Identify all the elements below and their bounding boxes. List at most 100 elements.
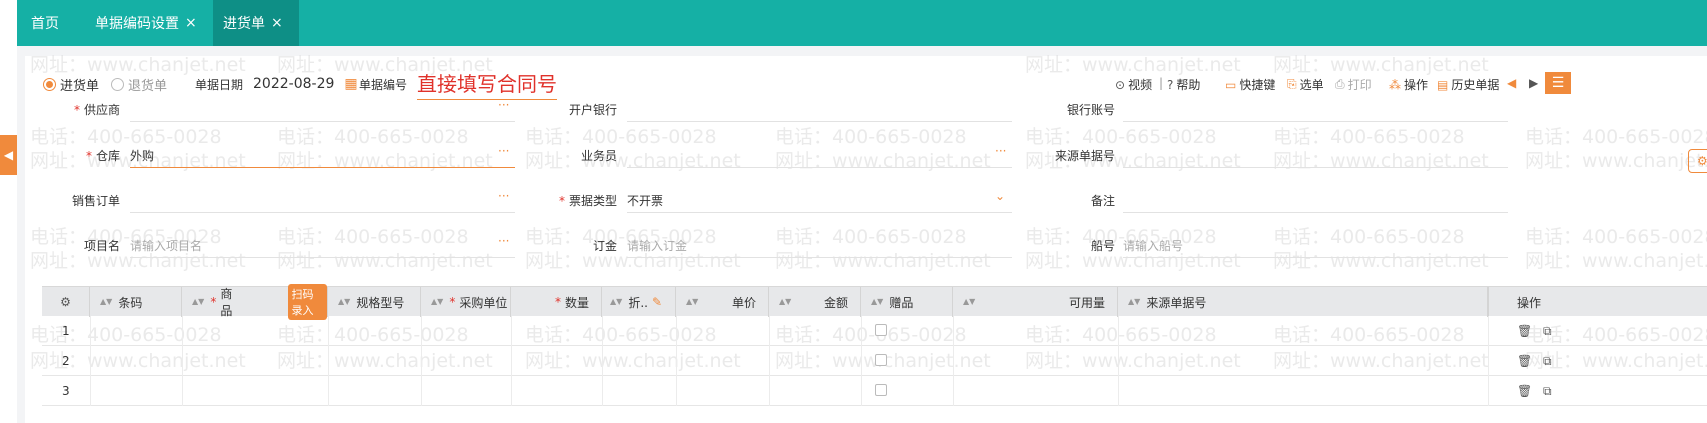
more-icon[interactable]: ··· bbox=[498, 144, 509, 158]
project-placeholder[interactable]: 请输入项目名 bbox=[130, 237, 202, 254]
tab-purchase-order[interactable]: 进货单 × bbox=[213, 0, 299, 46]
video-button[interactable]: ⊙ 视频 bbox=[1115, 76, 1152, 93]
tab-label: 单据编码设置 bbox=[95, 16, 179, 32]
col-label: 折.. bbox=[628, 295, 648, 310]
watermark-text: 网址：www.chanjet.net bbox=[1273, 54, 1489, 76]
deposit-placeholder[interactable]: 请输入订金 bbox=[627, 237, 687, 254]
salesman-input[interactable] bbox=[627, 167, 1012, 168]
watermark-text: 电话：400-665-0028 bbox=[1525, 226, 1707, 248]
document-card: 网址：www.chanjet.net 网址：www.chanjet.net 网址… bbox=[25, 54, 1707, 423]
sort-icon: ▲▼ bbox=[192, 297, 205, 306]
history-button[interactable]: ▤ 历史单据 bbox=[1437, 76, 1499, 93]
sales-order-input[interactable] bbox=[130, 212, 515, 213]
radio-purchase[interactable]: 进货单 bbox=[43, 75, 99, 94]
gift-checkbox[interactable] bbox=[875, 354, 887, 366]
project-label: 项目名 bbox=[83, 239, 120, 253]
printer-icon: ⎙ bbox=[1335, 77, 1345, 91]
col-label: 条码 bbox=[118, 295, 143, 310]
gift-checkbox[interactable] bbox=[875, 384, 887, 396]
edit-icon[interactable]: ✎ bbox=[652, 295, 662, 309]
delete-icon[interactable]: 🗑 bbox=[1517, 354, 1532, 368]
tab-code-settings[interactable]: 单据编码设置 × bbox=[95, 0, 205, 46]
gift-checkbox[interactable] bbox=[875, 324, 887, 336]
scan-entry-button[interactable]: 扫码录入 bbox=[287, 284, 327, 320]
table-row[interactable]: 3 🗑 ⧉ bbox=[42, 376, 1707, 406]
tab-label: 首页 bbox=[31, 16, 59, 32]
tool-label: 帮助 bbox=[1176, 78, 1201, 92]
operate-icon: ⁂ bbox=[1389, 77, 1401, 92]
col-unit[interactable]: ▲▼ * 采购单位 bbox=[421, 287, 511, 317]
col-spec[interactable]: ▲▼ 规格型号 bbox=[328, 287, 421, 317]
copy-icon[interactable]: ⧉ bbox=[1543, 384, 1552, 399]
help-button[interactable]: ? 帮助 bbox=[1167, 76, 1200, 93]
account-input[interactable] bbox=[1123, 121, 1508, 122]
next-icon[interactable]: ▶ bbox=[1529, 76, 1538, 90]
col-label: 数量 bbox=[564, 295, 589, 310]
supplier-input[interactable] bbox=[130, 121, 515, 122]
col-ops: 操作 bbox=[1488, 287, 1707, 317]
col-discount[interactable]: ▲▼ 折.. ✎ bbox=[602, 287, 676, 317]
watermark-text: 电话：400-665-0028 bbox=[1025, 126, 1217, 148]
col-label: 单价 bbox=[731, 295, 756, 310]
shortcut-button[interactable]: ▭ 快捷键 bbox=[1225, 76, 1275, 93]
col-price[interactable]: ▲▼ 单价 bbox=[676, 287, 769, 317]
watermark-text: 网址：www.chanjet.net bbox=[1525, 250, 1707, 272]
row-number: 1 bbox=[62, 324, 70, 338]
col-product[interactable]: ▲▼ * 商品 扫码录入 bbox=[182, 284, 328, 320]
copy-icon[interactable]: ⧉ bbox=[1543, 324, 1552, 339]
remark-input[interactable] bbox=[1123, 212, 1508, 213]
more-icon[interactable]: ··· bbox=[498, 98, 509, 112]
operate-button[interactable]: ⁂ 操作 bbox=[1389, 76, 1428, 93]
menu-icon[interactable]: ☰ bbox=[1545, 72, 1571, 94]
delete-icon[interactable]: 🗑 bbox=[1517, 324, 1532, 338]
col-amount[interactable]: ▲▼ 金额 bbox=[769, 287, 861, 317]
code-input[interactable]: 直接填写合同号 bbox=[417, 68, 558, 100]
col-qty[interactable]: * 数量 bbox=[511, 287, 602, 317]
print-button[interactable]: ⎙ 打印 bbox=[1335, 76, 1372, 93]
table-row[interactable]: 2 🗑 ⧉ bbox=[42, 346, 1707, 376]
code-group: 单据编号 直接填写合同号 bbox=[359, 72, 558, 100]
date-input[interactable]: 2022-08-29 bbox=[253, 76, 334, 92]
tab-home[interactable]: 首页 bbox=[31, 0, 81, 46]
more-icon[interactable]: ··· bbox=[995, 144, 1006, 158]
sales-order-label: 销售订单 bbox=[71, 194, 120, 208]
column-settings[interactable]: ⚙ bbox=[42, 287, 90, 317]
select-doc-button[interactable]: ⎘ 选单 bbox=[1287, 76, 1324, 93]
deposit-input[interactable] bbox=[627, 257, 1012, 258]
invoice-type-select[interactable] bbox=[627, 212, 1012, 213]
watermark-text: 网址：www.chanjet.net bbox=[775, 150, 991, 172]
settings-button[interactable]: ⚙ 设 bbox=[1688, 149, 1707, 173]
radio-return[interactable]: 退货单 bbox=[111, 75, 167, 94]
watermark-text: 电话：400-665-0028 bbox=[775, 126, 967, 148]
more-icon[interactable]: ··· bbox=[498, 234, 509, 248]
ship-input[interactable] bbox=[1123, 257, 1508, 258]
prev-icon[interactable]: ◀ bbox=[1507, 76, 1516, 90]
col-gift[interactable]: ▲▼ 赠品 bbox=[861, 287, 953, 317]
gear-icon: ⚙ bbox=[1697, 154, 1707, 168]
radio-circle bbox=[111, 77, 125, 91]
watermark-text: 电话：400-665-0028 bbox=[1273, 126, 1465, 148]
close-icon[interactable]: × bbox=[271, 15, 283, 31]
sort-icon: ▲▼ bbox=[100, 297, 113, 306]
collapse-handle[interactable]: ◀ bbox=[0, 135, 17, 175]
col-available[interactable]: ▲▼ 可用量 bbox=[953, 287, 1118, 317]
bank-input[interactable] bbox=[627, 121, 1012, 122]
sort-icon: ▲▼ bbox=[871, 297, 884, 306]
warehouse-value[interactable]: 外购 bbox=[130, 147, 154, 164]
table-row[interactable]: 1 🗑 ⧉ bbox=[42, 316, 1707, 346]
calendar-icon[interactable]: ▦ bbox=[344, 76, 357, 92]
account-label: 银行账号 bbox=[1066, 103, 1115, 117]
invoice-type-value[interactable]: 不开票 bbox=[627, 192, 663, 209]
delete-icon[interactable]: 🗑 bbox=[1517, 384, 1532, 398]
warehouse-input[interactable] bbox=[130, 167, 515, 168]
close-icon[interactable]: × bbox=[185, 15, 197, 31]
col-barcode[interactable]: ▲▼ 条码 bbox=[90, 287, 182, 317]
more-icon[interactable]: ··· bbox=[498, 189, 509, 203]
source-no-input[interactable] bbox=[1123, 167, 1508, 168]
watermark-text: 网址：www.chanjet.net bbox=[1025, 54, 1241, 76]
col-source-no[interactable]: ▲▼ 来源单据号 bbox=[1118, 287, 1488, 317]
project-input[interactable] bbox=[130, 257, 515, 258]
ship-placeholder[interactable]: 请输入船号 bbox=[1123, 237, 1183, 254]
chevron-down-icon[interactable]: ⌄ bbox=[995, 189, 1005, 203]
copy-icon[interactable]: ⧉ bbox=[1543, 354, 1552, 369]
